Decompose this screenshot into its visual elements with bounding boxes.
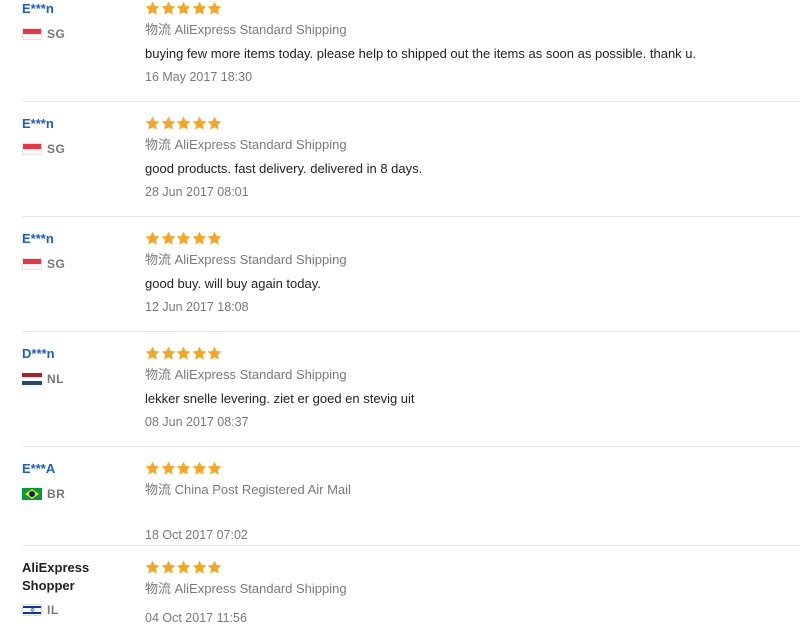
buyer-name-link[interactable]: E***A <box>22 461 132 477</box>
buyer-info: D***n NL <box>22 346 132 386</box>
star-icon <box>192 1 207 16</box>
star-rating <box>145 460 790 476</box>
singapore-flag-icon <box>22 28 42 40</box>
feedback-text: buying few more items today. please help… <box>145 46 697 61</box>
buyer-info: AliExpress Shopper ✡ IL <box>22 559 132 617</box>
star-icon <box>161 231 176 246</box>
feedback-text: good buy. will buy again today. <box>145 276 321 291</box>
star-icon <box>192 116 207 131</box>
star-icon <box>161 346 176 361</box>
star-icon <box>176 116 191 131</box>
star-icon <box>145 461 160 476</box>
review-content: 物流 AliExpress Standard Shipping 04 Oct 2… <box>145 559 790 626</box>
star-icon <box>176 1 191 16</box>
star-rating <box>145 0 790 16</box>
star-icon <box>145 231 160 246</box>
review-item: D***n NL 物流 AliExpress Standard Shipping… <box>0 332 800 447</box>
star-icon <box>192 560 207 575</box>
buyer-name-link[interactable]: E***n <box>22 116 132 132</box>
country-code: SG <box>47 257 66 271</box>
review-content: 物流 AliExpress Standard Shipping lekker s… <box>145 345 790 430</box>
shipping-method: 物流 AliExpress Standard Shipping <box>145 367 347 382</box>
review-date: 12 Jun 2017 18:08 <box>145 300 249 314</box>
buyer-country: SG <box>22 142 132 156</box>
review-item: E***A BR 物流 China Post Registered Air Ma… <box>0 447 800 546</box>
star-icon <box>145 1 160 16</box>
star-icon <box>161 461 176 476</box>
shipping-method: 物流 AliExpress Standard Shipping <box>145 581 347 596</box>
netherlands-flag-icon <box>22 373 42 385</box>
buyer-country: NL <box>22 372 132 386</box>
star-icon <box>161 560 176 575</box>
star-rating <box>145 559 790 575</box>
buyer-info: E***n SG <box>22 231 132 271</box>
review-date: 04 Oct 2017 11:56 <box>145 611 247 625</box>
review-date: 28 Jun 2017 08:01 <box>145 185 249 199</box>
star-icon <box>176 346 191 361</box>
country-code: NL <box>47 372 64 386</box>
star-icon <box>176 231 191 246</box>
star-icon <box>207 346 222 361</box>
review-content: 物流 AliExpress Standard Shipping buying f… <box>145 0 790 85</box>
country-code: IL <box>47 603 59 617</box>
star-icon <box>207 560 222 575</box>
star-rating <box>145 115 790 131</box>
buyer-country: SG <box>22 257 132 271</box>
star-icon <box>192 461 207 476</box>
star-icon <box>192 346 207 361</box>
star-icon <box>176 461 191 476</box>
brazil-flag-icon <box>22 488 42 500</box>
review-date: 16 May 2017 18:30 <box>145 70 253 84</box>
review-item: E***n SG 物流 AliExpress Standard Shipping… <box>0 217 800 332</box>
buyer-name-link[interactable]: D***n <box>22 346 132 362</box>
star-icon <box>161 1 176 16</box>
star-icon <box>207 1 222 16</box>
review-content: 物流 China Post Registered Air Mail 18 Oct… <box>145 460 790 543</box>
shipping-method: 物流 AliExpress Standard Shipping <box>145 137 347 152</box>
country-code: SG <box>47 27 66 41</box>
buyer-country: SG <box>22 27 132 41</box>
shipping-method: 物流 China Post Registered Air Mail <box>145 482 351 497</box>
review-content: 物流 AliExpress Standard Shipping good buy… <box>145 230 790 315</box>
buyer-info: E***n SG <box>22 116 132 156</box>
buyer-country: ✡ IL <box>22 603 132 617</box>
star-icon <box>145 346 160 361</box>
israel-flag-icon: ✡ <box>22 604 42 616</box>
review-date: 08 Jun 2017 08:37 <box>145 415 249 429</box>
singapore-flag-icon <box>22 143 42 155</box>
star-icon <box>176 560 191 575</box>
star-icon <box>145 560 160 575</box>
feedback-text: lekker snelle levering. ziet er goed en … <box>145 391 415 406</box>
star-icon <box>207 231 222 246</box>
country-code: SG <box>47 142 66 156</box>
review-content: 物流 AliExpress Standard Shipping good pro… <box>145 115 790 200</box>
star-rating <box>145 230 790 246</box>
buyer-name-link[interactable]: E***n <box>22 231 132 247</box>
buyer-country: BR <box>22 487 132 501</box>
shipping-method: 物流 AliExpress Standard Shipping <box>145 252 347 267</box>
buyer-name-link[interactable]: E***n <box>22 1 132 17</box>
review-list: E***n SG 物流 AliExpress Standard Shipping… <box>0 0 800 641</box>
singapore-flag-icon <box>22 258 42 270</box>
buyer-info: E***n SG <box>22 1 132 41</box>
review-date: 18 Oct 2017 07:02 <box>145 528 248 542</box>
star-rating <box>145 345 790 361</box>
country-code: BR <box>47 487 66 501</box>
star-icon <box>207 461 222 476</box>
buyer-info: E***A BR <box>22 461 132 501</box>
review-item: E***n SG 物流 AliExpress Standard Shipping… <box>0 0 800 102</box>
feedback-text: good products. fast delivery. delivered … <box>145 161 423 176</box>
star-icon <box>207 116 222 131</box>
shipping-method: 物流 AliExpress Standard Shipping <box>145 22 347 37</box>
buyer-name: AliExpress Shopper <box>22 560 90 593</box>
review-item: E***n SG 物流 AliExpress Standard Shipping… <box>0 102 800 217</box>
star-icon <box>192 231 207 246</box>
review-item: AliExpress Shopper ✡ IL 物流 AliExpress St… <box>0 546 800 641</box>
star-icon <box>145 116 160 131</box>
star-icon <box>161 116 176 131</box>
